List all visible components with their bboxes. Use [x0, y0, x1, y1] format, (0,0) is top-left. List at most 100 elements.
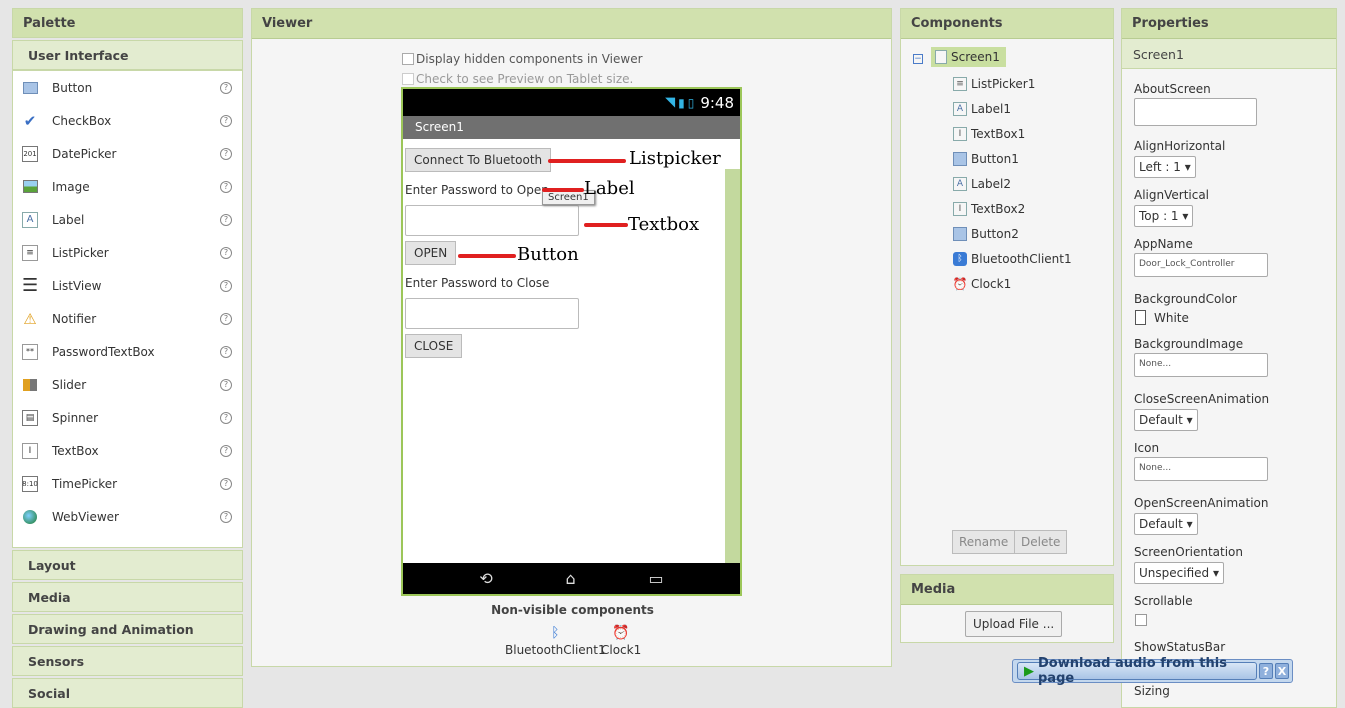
- download-audio-button[interactable]: ▶ Download audio from this page: [1017, 656, 1257, 686]
- palette-category-social[interactable]: Social: [12, 678, 243, 708]
- palette-category-media[interactable]: Media: [12, 582, 243, 612]
- help-icon[interactable]: ?: [220, 180, 232, 193]
- palette-category-drawing[interactable]: Drawing and Animation: [12, 614, 243, 644]
- close-button[interactable]: CLOSE: [405, 334, 463, 358]
- close-password-textbox[interactable]: [405, 298, 579, 329]
- upload-file-button[interactable]: Upload File ...: [965, 611, 1063, 637]
- tree-item-label: ListPicker1: [971, 77, 1036, 91]
- prop-background-image-input[interactable]: None...: [1134, 353, 1268, 377]
- open-password-label[interactable]: Enter Password to Open: [405, 183, 549, 197]
- palette-category-sensors[interactable]: Sensors: [12, 646, 243, 676]
- prop-app-name-input[interactable]: Door_Lock_Controller: [1134, 253, 1268, 277]
- palette-section-user-interface[interactable]: User Interface: [12, 40, 243, 70]
- palette-item-timepicker[interactable]: 8:10 TimePicker?: [13, 467, 242, 500]
- palette-item-notifier[interactable]: ⚠ Notifier?: [13, 302, 242, 335]
- background-color-value: White: [1154, 310, 1189, 325]
- download-audio-label: Download audio from this page: [1038, 656, 1227, 686]
- components-title: Components: [901, 9, 1113, 39]
- bluetooth-icon: ᛒ: [551, 625, 560, 641]
- help-icon[interactable]: ?: [220, 477, 232, 490]
- tree-root-screen1[interactable]: Screen1: [931, 47, 1006, 67]
- screen-scrollbar[interactable]: [725, 169, 740, 563]
- help-icon[interactable]: ?: [220, 114, 232, 127]
- palette-item-label-text: Label: [52, 212, 85, 227]
- prop-about-screen-label: AboutScreen: [1134, 82, 1211, 96]
- tree-item-button1[interactable]: Button1: [953, 152, 1019, 166]
- palette-item-listview[interactable]: ☰ ListView?: [13, 269, 242, 302]
- prop-open-anim-select[interactable]: Default ▾: [1134, 513, 1198, 535]
- prop-about-screen-input[interactable]: [1134, 98, 1257, 126]
- help-icon[interactable]: ?: [220, 411, 232, 424]
- download-help-button[interactable]: ?: [1259, 663, 1273, 679]
- palette-item-image[interactable]: Image?: [13, 170, 242, 203]
- palette-category-layout[interactable]: Layout: [12, 550, 243, 580]
- palette-item-datepicker[interactable]: 201 DatePicker?: [13, 137, 242, 170]
- prop-align-vertical-select[interactable]: Top : 1 ▾: [1134, 205, 1194, 227]
- tree-item-textbox2[interactable]: I TextBox2: [953, 202, 1025, 216]
- tablet-preview-toggle[interactable]: Check to see Preview on Tablet size.: [402, 72, 633, 86]
- help-icon[interactable]: ?: [220, 213, 232, 226]
- signal-icon: ▮: [678, 95, 685, 110]
- prop-align-horizontal-select[interactable]: Left : 1 ▾: [1134, 156, 1196, 178]
- prop-background-color-select[interactable]: White: [1135, 310, 1189, 325]
- help-icon[interactable]: ?: [220, 147, 232, 160]
- annotation-arrow-button: [458, 254, 516, 258]
- nonvisible-clock[interactable]: ⏰ Clock1: [601, 625, 641, 657]
- clock-icon: ⏰: [612, 625, 630, 641]
- palette-item-spinner[interactable]: ▤ Spinner?: [13, 401, 242, 434]
- nonvisible-bluetooth[interactable]: ᛒ BluetoothClient1: [505, 625, 606, 657]
- prop-icon-input[interactable]: None...: [1134, 457, 1268, 481]
- palette-item-label: CheckBox: [52, 113, 112, 128]
- hidden-components-label: Display hidden components in Viewer: [416, 52, 643, 66]
- help-icon[interactable]: ?: [220, 444, 232, 457]
- help-icon[interactable]: ?: [220, 279, 232, 292]
- prop-scrollable-label: Scrollable: [1134, 594, 1193, 608]
- open-button[interactable]: OPEN: [405, 241, 457, 265]
- palette-title: Palette: [12, 8, 243, 38]
- rename-button[interactable]: Rename: [952, 530, 1016, 554]
- hidden-components-checkbox[interactable]: [402, 53, 414, 65]
- delete-button[interactable]: Delete: [1014, 530, 1068, 554]
- palette-item-checkbox[interactable]: ✔ CheckBox?: [13, 104, 242, 137]
- tree-item-clock1[interactable]: ⏰ Clock1: [953, 277, 1012, 291]
- palette-item-slider[interactable]: Slider?: [13, 368, 242, 401]
- prop-orientation-select[interactable]: Unspecified ▾: [1134, 562, 1224, 584]
- palette-item-button[interactable]: Button?: [13, 71, 242, 104]
- open-password-textbox[interactable]: [405, 205, 579, 236]
- textbox-icon: I: [22, 442, 38, 459]
- hidden-components-toggle[interactable]: Display hidden components in Viewer: [402, 52, 643, 66]
- tree-item-label2[interactable]: A Label2: [953, 177, 1011, 191]
- prop-scrollable-checkbox[interactable]: [1135, 614, 1147, 626]
- help-icon[interactable]: ?: [220, 510, 232, 523]
- tree-item-listpicker1[interactable]: ≡ ListPicker1: [953, 77, 1035, 91]
- prop-sizing-label: Sizing: [1134, 684, 1170, 698]
- palette-item-webviewer[interactable]: WebViewer?: [13, 500, 242, 533]
- palette-item-textbox[interactable]: I TextBox?: [13, 434, 242, 467]
- button-icon: [22, 80, 38, 96]
- tree-item-label1[interactable]: A Label1: [953, 102, 1011, 116]
- palette-item-label[interactable]: A Label?: [13, 203, 242, 236]
- help-icon[interactable]: ?: [220, 312, 232, 325]
- prop-icon-label: Icon: [1134, 441, 1160, 455]
- palette-item-passwordtextbox[interactable]: ** PasswordTextBox?: [13, 335, 242, 368]
- tree-item-bluetoothclient1[interactable]: ᛒ BluetoothClient1: [953, 252, 1072, 266]
- tablet-preview-checkbox[interactable]: [402, 73, 414, 85]
- properties-panel: Properties Screen1 AboutScreen AlignHori…: [1121, 8, 1337, 708]
- prop-close-anim-select[interactable]: Default ▾: [1134, 409, 1198, 431]
- tree-item-textbox1[interactable]: I TextBox1: [953, 127, 1025, 141]
- listview-icon: ☰: [21, 275, 39, 296]
- help-icon[interactable]: ?: [220, 345, 232, 358]
- tree-item-button2[interactable]: Button2: [953, 227, 1019, 241]
- label-icon: A: [953, 177, 967, 191]
- prop-background-image-label: BackgroundImage: [1134, 337, 1244, 351]
- palette-item-listpicker[interactable]: ≡ ListPicker?: [13, 236, 242, 269]
- help-icon[interactable]: ?: [220, 81, 232, 94]
- help-icon[interactable]: ?: [220, 246, 232, 259]
- datepicker-icon: 201: [22, 145, 38, 162]
- button-icon: [953, 227, 967, 241]
- help-icon[interactable]: ?: [220, 378, 232, 391]
- connect-bluetooth-button[interactable]: Connect To Bluetooth: [405, 148, 552, 172]
- collapse-icon[interactable]: −: [913, 54, 923, 64]
- download-close-button[interactable]: X: [1275, 663, 1289, 679]
- close-password-label[interactable]: Enter Password to Close: [405, 276, 549, 290]
